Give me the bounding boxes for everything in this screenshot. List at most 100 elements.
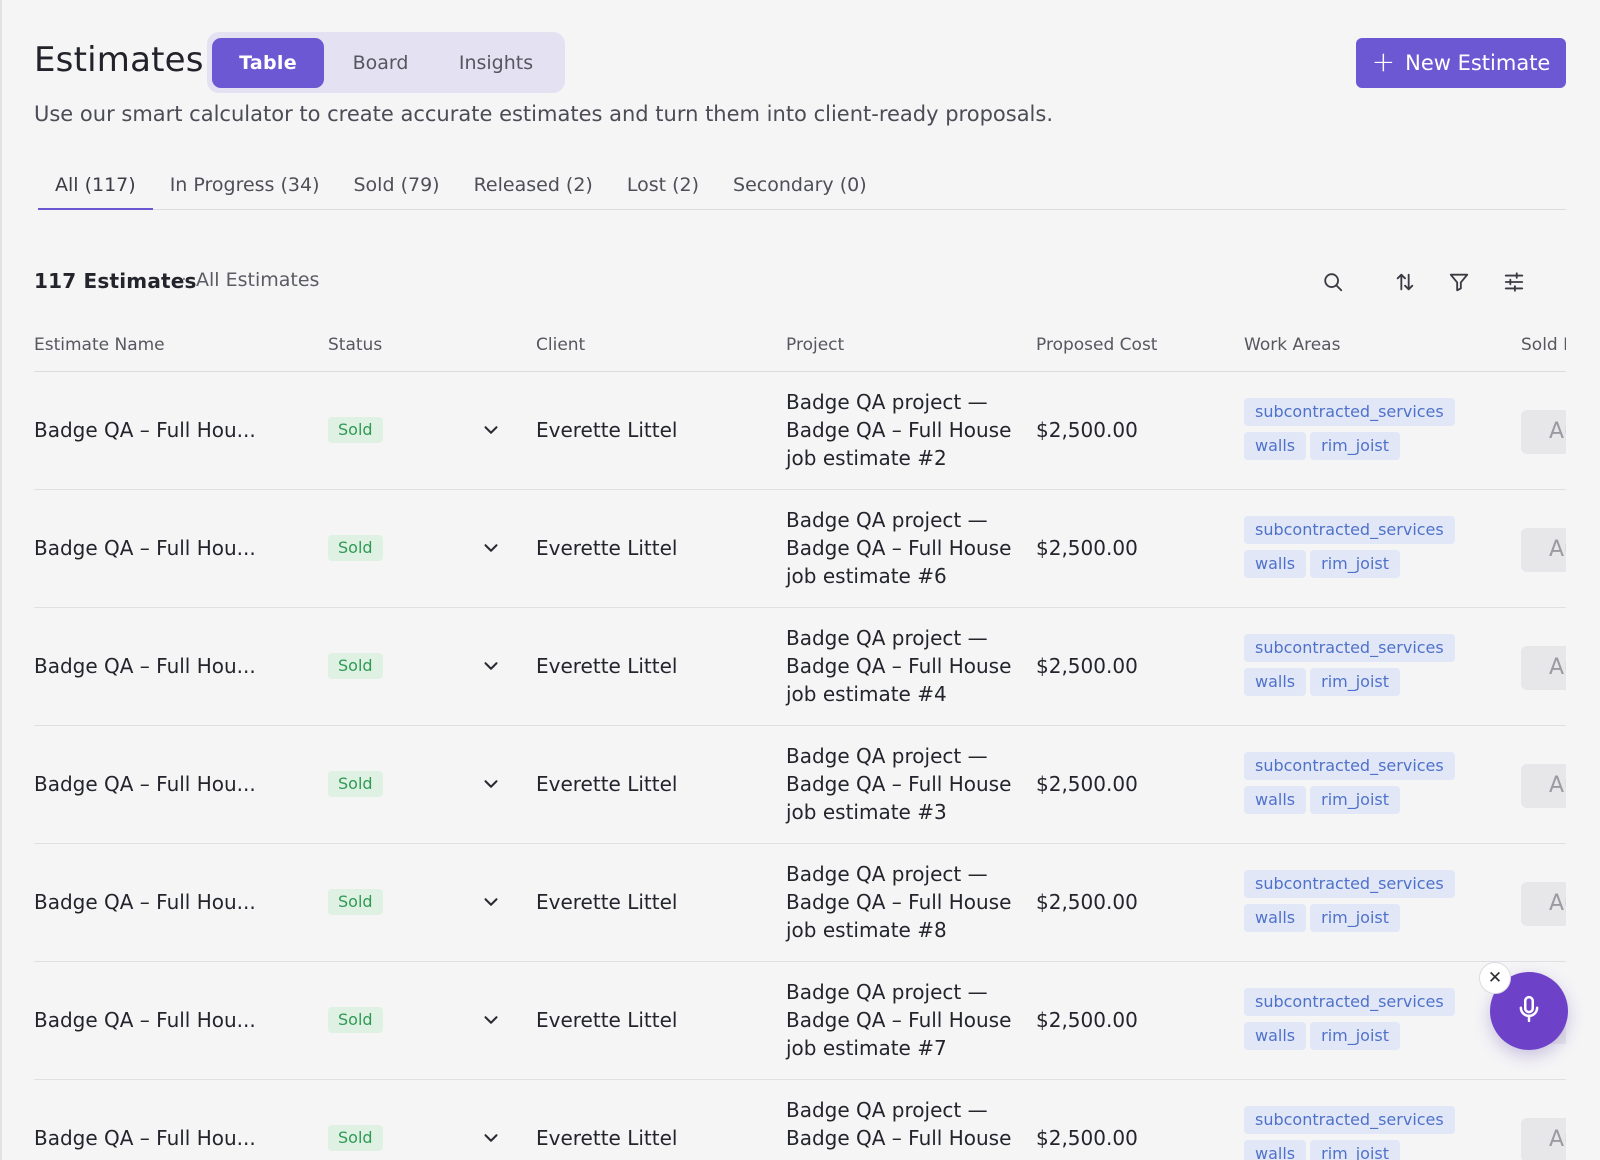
proposed-cost: $2,500.00 [1036, 772, 1138, 796]
project-name: Badge QA project — Badge QA – Full House… [786, 390, 1012, 470]
work-area-chip: rim_joist [1310, 1022, 1401, 1050]
table-row[interactable]: Badge QA – Full Hou... Sold Everette Lit… [34, 726, 1566, 844]
chevron-down-icon[interactable] [480, 419, 502, 441]
work-area-chip: walls [1244, 786, 1307, 814]
status-badge: Sold [328, 1007, 383, 1033]
work-area-chip: walls [1244, 668, 1307, 696]
column-header-work-areas[interactable]: Work Areas [1244, 335, 1340, 355]
close-icon[interactable]: ✕ [1479, 962, 1511, 994]
view-board-button[interactable]: Board [324, 38, 437, 88]
work-area-chip: subcontracted_services [1244, 988, 1455, 1016]
tab-released[interactable]: Released (2) [457, 165, 610, 210]
work-area-chip: subcontracted_services [1244, 634, 1455, 662]
microphone-icon [1514, 994, 1544, 1028]
work-area-chip: subcontracted_services [1244, 752, 1455, 780]
page-subtitle: Use our smart calculator to create accur… [34, 102, 1054, 126]
status-tabs: All (117) In Progress (34) Sold (79) Rel… [38, 165, 1566, 210]
work-areas: subcontracted_services walls rim_joist [1244, 1106, 1494, 1160]
proposed-cost: $2,500.00 [1036, 536, 1138, 560]
work-areas: subcontracted_services walls rim_joist [1244, 516, 1494, 584]
sold-date-button[interactable]: Au [1521, 1118, 1566, 1160]
table-row[interactable]: Badge QA – Full Hou... Sold Everette Lit… [34, 1080, 1566, 1160]
view-table-button[interactable]: Table [212, 37, 324, 88]
table-header: Estimate Name Status Client Project Prop… [34, 325, 1566, 372]
column-header-proposed-cost[interactable]: Proposed Cost [1036, 335, 1157, 355]
sold-date-button[interactable]: Au [1521, 646, 1566, 690]
work-area-chip: walls [1244, 1022, 1307, 1050]
status-badge: Sold [328, 417, 383, 443]
page-title: Estimates [34, 40, 204, 80]
column-header-estimate-name[interactable]: Estimate Name [34, 335, 165, 355]
work-area-chip: rim_joist [1310, 786, 1401, 814]
search-icon[interactable] [1316, 265, 1350, 299]
status-badge: Sold [328, 1125, 383, 1151]
chevron-down-icon[interactable] [480, 1127, 502, 1149]
client-name: Everette Littel [536, 1126, 678, 1150]
column-header-project[interactable]: Project [786, 335, 844, 355]
column-header-sold-date[interactable]: Sold D [1521, 335, 1566, 355]
sold-date-button[interactable]: Au [1521, 410, 1566, 454]
work-area-chip: walls [1244, 550, 1307, 578]
tab-all[interactable]: All (117) [38, 165, 153, 210]
project-name: Badge QA project — Badge QA – Full House… [786, 626, 1012, 706]
table-row[interactable]: Badge QA – Full Hou... Sold Everette Lit… [34, 490, 1566, 608]
tab-secondary[interactable]: Secondary (0) [716, 165, 884, 210]
work-area-chip: subcontracted_services [1244, 870, 1455, 898]
proposed-cost: $2,500.00 [1036, 418, 1138, 442]
table-row[interactable]: Badge QA – Full Hou... Sold Everette Lit… [34, 372, 1566, 490]
work-area-chip: subcontracted_services [1244, 398, 1455, 426]
new-estimate-label: New Estimate [1405, 51, 1551, 75]
chevron-down-icon[interactable] [480, 891, 502, 913]
chevron-down-icon[interactable] [480, 1009, 502, 1031]
estimate-name: Badge QA – Full Hou... [34, 1126, 256, 1150]
work-area-chip: rim_joist [1310, 904, 1401, 932]
project-name: Badge QA project — Badge QA – Full House… [786, 508, 1012, 588]
status-badge: Sold [328, 535, 383, 561]
work-area-chip: rim_joist [1310, 550, 1401, 578]
sold-date-button[interactable]: Au [1521, 882, 1566, 926]
proposed-cost: $2,500.00 [1036, 654, 1138, 678]
estimate-name: Badge QA – Full Hou... [34, 418, 256, 442]
settings-sliders-icon[interactable] [1497, 265, 1531, 299]
table-toolbar: 117 Estimates · All Estimates [34, 265, 1566, 301]
separator-dot: · [181, 269, 187, 290]
work-area-chip: rim_joist [1310, 432, 1401, 460]
work-area-chip: rim_joist [1310, 1140, 1401, 1160]
window-edge [0, 0, 2, 1160]
table-row[interactable]: Badge QA – Full Hou... Sold Everette Lit… [34, 962, 1566, 1080]
sold-date-button[interactable]: Au [1521, 764, 1566, 808]
chevron-down-icon[interactable] [480, 655, 502, 677]
status-badge: Sold [328, 889, 383, 915]
work-areas: subcontracted_services walls rim_joist [1244, 398, 1494, 466]
chevron-down-icon[interactable] [480, 537, 502, 559]
client-name: Everette Littel [536, 536, 678, 560]
estimate-name: Badge QA – Full Hou... [34, 1008, 256, 1032]
sort-icon[interactable] [1388, 265, 1422, 299]
project-name: Badge QA project — Badge QA – Full House… [786, 744, 1012, 824]
column-header-status[interactable]: Status [328, 335, 382, 355]
proposed-cost: $2,500.00 [1036, 890, 1138, 914]
plus-icon: + [1371, 44, 1396, 78]
column-header-client[interactable]: Client [536, 335, 585, 355]
new-estimate-button[interactable]: + New Estimate [1356, 38, 1566, 88]
work-area-chip: subcontracted_services [1244, 516, 1455, 544]
work-area-chip: subcontracted_services [1244, 1106, 1455, 1134]
sold-date-button[interactable]: Au [1521, 528, 1566, 572]
chevron-down-icon[interactable] [480, 773, 502, 795]
saved-view-label: All Estimates [196, 269, 320, 291]
view-insights-button[interactable]: Insights [437, 38, 555, 88]
tab-in-progress[interactable]: In Progress (34) [153, 165, 337, 210]
tab-sold[interactable]: Sold (79) [337, 165, 457, 210]
table-row[interactable]: Badge QA – Full Hou... Sold Everette Lit… [34, 608, 1566, 726]
project-name: Badge QA project — Badge QA – Full House… [786, 862, 1012, 942]
estimate-count: 117 Estimates [34, 269, 197, 293]
tab-lost[interactable]: Lost (2) [610, 165, 716, 210]
client-name: Everette Littel [536, 418, 678, 442]
filter-icon[interactable] [1442, 265, 1476, 299]
estimate-name: Badge QA – Full Hou... [34, 654, 256, 678]
proposed-cost: $2,500.00 [1036, 1126, 1138, 1150]
work-areas: subcontracted_services walls rim_joist [1244, 752, 1494, 820]
client-name: Everette Littel [536, 890, 678, 914]
client-name: Everette Littel [536, 654, 678, 678]
table-row[interactable]: Badge QA – Full Hou... Sold Everette Lit… [34, 844, 1566, 962]
